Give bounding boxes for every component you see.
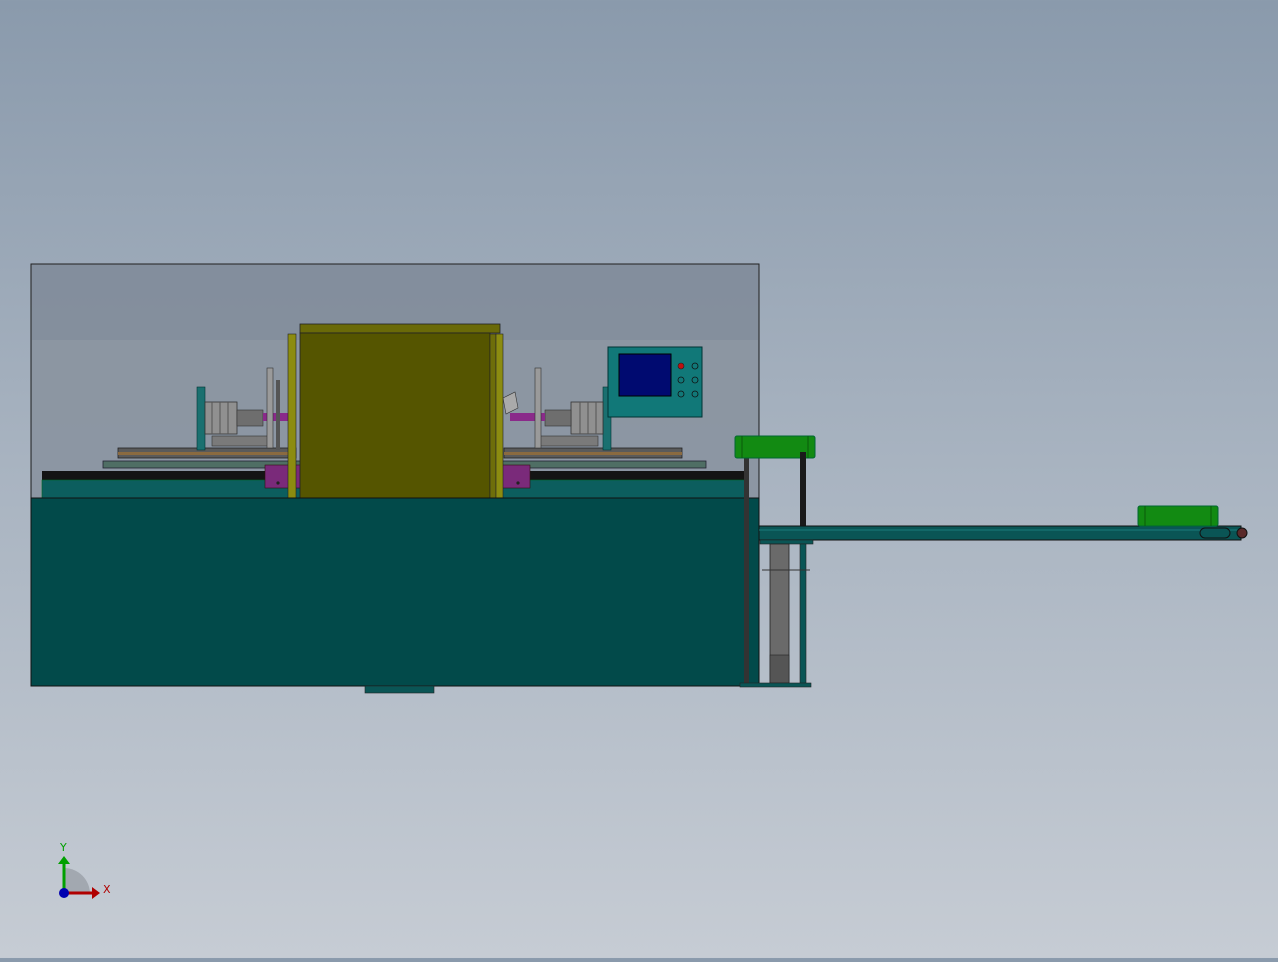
red-indicator-button[interactable] [677, 362, 685, 370]
z-axis-dot [59, 888, 69, 898]
column-guide [799, 543, 807, 685]
olive-left-post [287, 333, 297, 499]
y-axis-label: Y [59, 841, 67, 854]
left-vertical-guide-2 [276, 380, 280, 450]
left-base-block [211, 435, 273, 447]
conveyor-bracket [759, 539, 814, 545]
right-coupler [544, 409, 572, 427]
cabinet-foot [364, 685, 435, 694]
left-motor-body [204, 401, 238, 435]
cad-viewport[interactable]: Y X [0, 0, 1278, 958]
right-base-block [537, 435, 599, 447]
olive-cover-top-flange [299, 323, 501, 334]
assembly-drawing: Y X [30, 263, 1248, 899]
base-cabinet[interactable] [30, 497, 760, 687]
lift-column-lower [769, 654, 790, 684]
right-motor-body [570, 401, 604, 435]
left-vertical-guide [266, 367, 274, 449]
right-slide-strip [504, 452, 682, 455]
left-support-post [744, 452, 749, 686]
conveyor-arm[interactable] [758, 525, 1242, 541]
conveyor-end-pulley [1236, 527, 1248, 539]
left-coupler [236, 409, 264, 427]
x-axis-label: X [103, 883, 111, 896]
olive-right-post [489, 333, 497, 499]
green-tube-right[interactable] [1137, 505, 1219, 527]
olive-cover[interactable] [299, 332, 491, 499]
hmi-screen[interactable] [618, 353, 672, 397]
left-motor-bracket [196, 386, 206, 451]
coordinate-triad: Y X [58, 841, 111, 899]
conveyor-end-roller [1199, 527, 1231, 539]
right-vertical-guide [534, 367, 542, 449]
column-base [739, 682, 812, 688]
tube-support-post [800, 452, 806, 527]
left-slide-strip [118, 452, 296, 455]
y-axis-arrowhead [58, 856, 70, 864]
olive-right-post-2 [495, 333, 504, 499]
right-purple-block [499, 464, 531, 489]
x-axis-arrowhead [92, 887, 100, 899]
